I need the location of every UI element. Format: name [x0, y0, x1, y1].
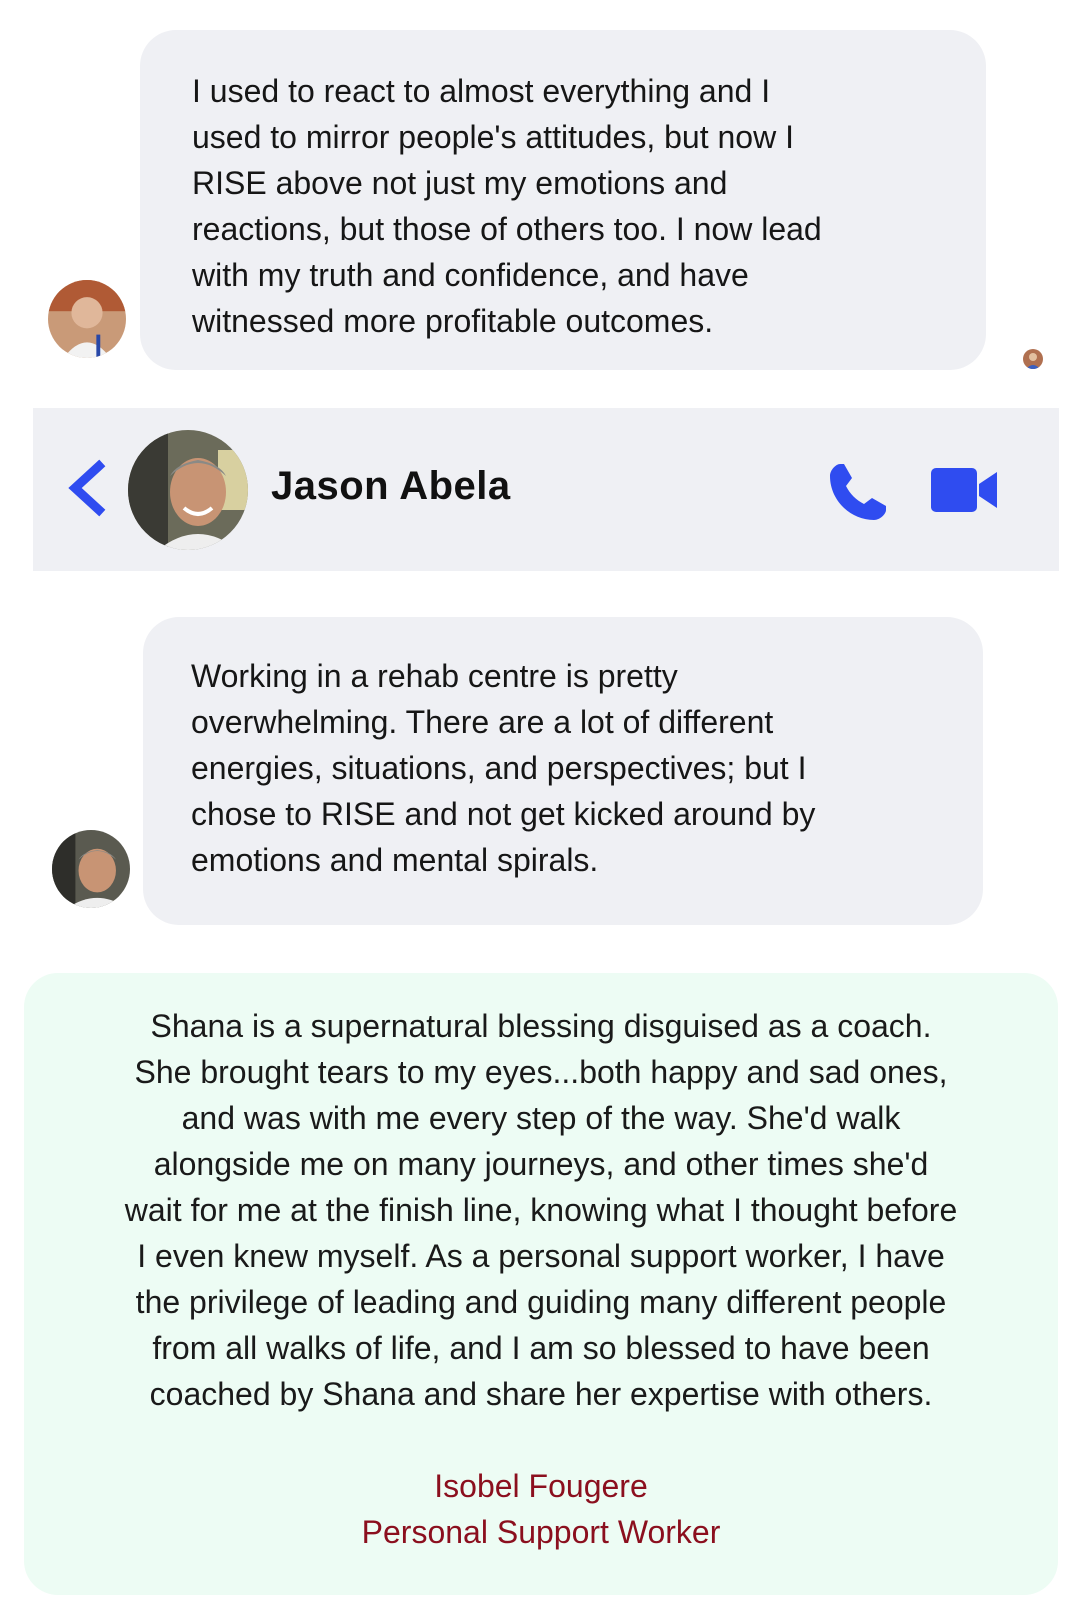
- testimonial-role: Personal Support Worker: [361, 1514, 721, 1550]
- avatar-photo-icon: [52, 830, 130, 908]
- phone-icon[interactable]: [826, 460, 890, 524]
- testimonial-author: Isobel Fougere: [434, 1468, 648, 1504]
- chevron-left-icon[interactable]: [63, 458, 111, 518]
- sender-avatar: [48, 280, 126, 358]
- contact-avatar[interactable]: [128, 430, 248, 550]
- testimonial-quote: Shana is a supernatural blessing disguis…: [124, 1008, 958, 1412]
- message-bubble: Working in a rehab centre is pretty over…: [143, 617, 983, 925]
- avatar-photo-icon: [128, 430, 248, 550]
- chat-header: Jason Abela: [33, 408, 1059, 571]
- sender-avatar: [52, 830, 130, 908]
- message-bubble: I used to react to almost everything and…: [140, 30, 986, 370]
- video-camera-icon[interactable]: [931, 466, 1001, 514]
- read-receipt-avatar: [1023, 349, 1043, 369]
- contact-name: Jason Abela: [271, 464, 511, 508]
- avatar-photo-icon: [48, 280, 126, 358]
- testimonial-card: Shana is a supernatural blessing disguis…: [24, 973, 1058, 1595]
- avatar-photo-icon: [1023, 349, 1043, 369]
